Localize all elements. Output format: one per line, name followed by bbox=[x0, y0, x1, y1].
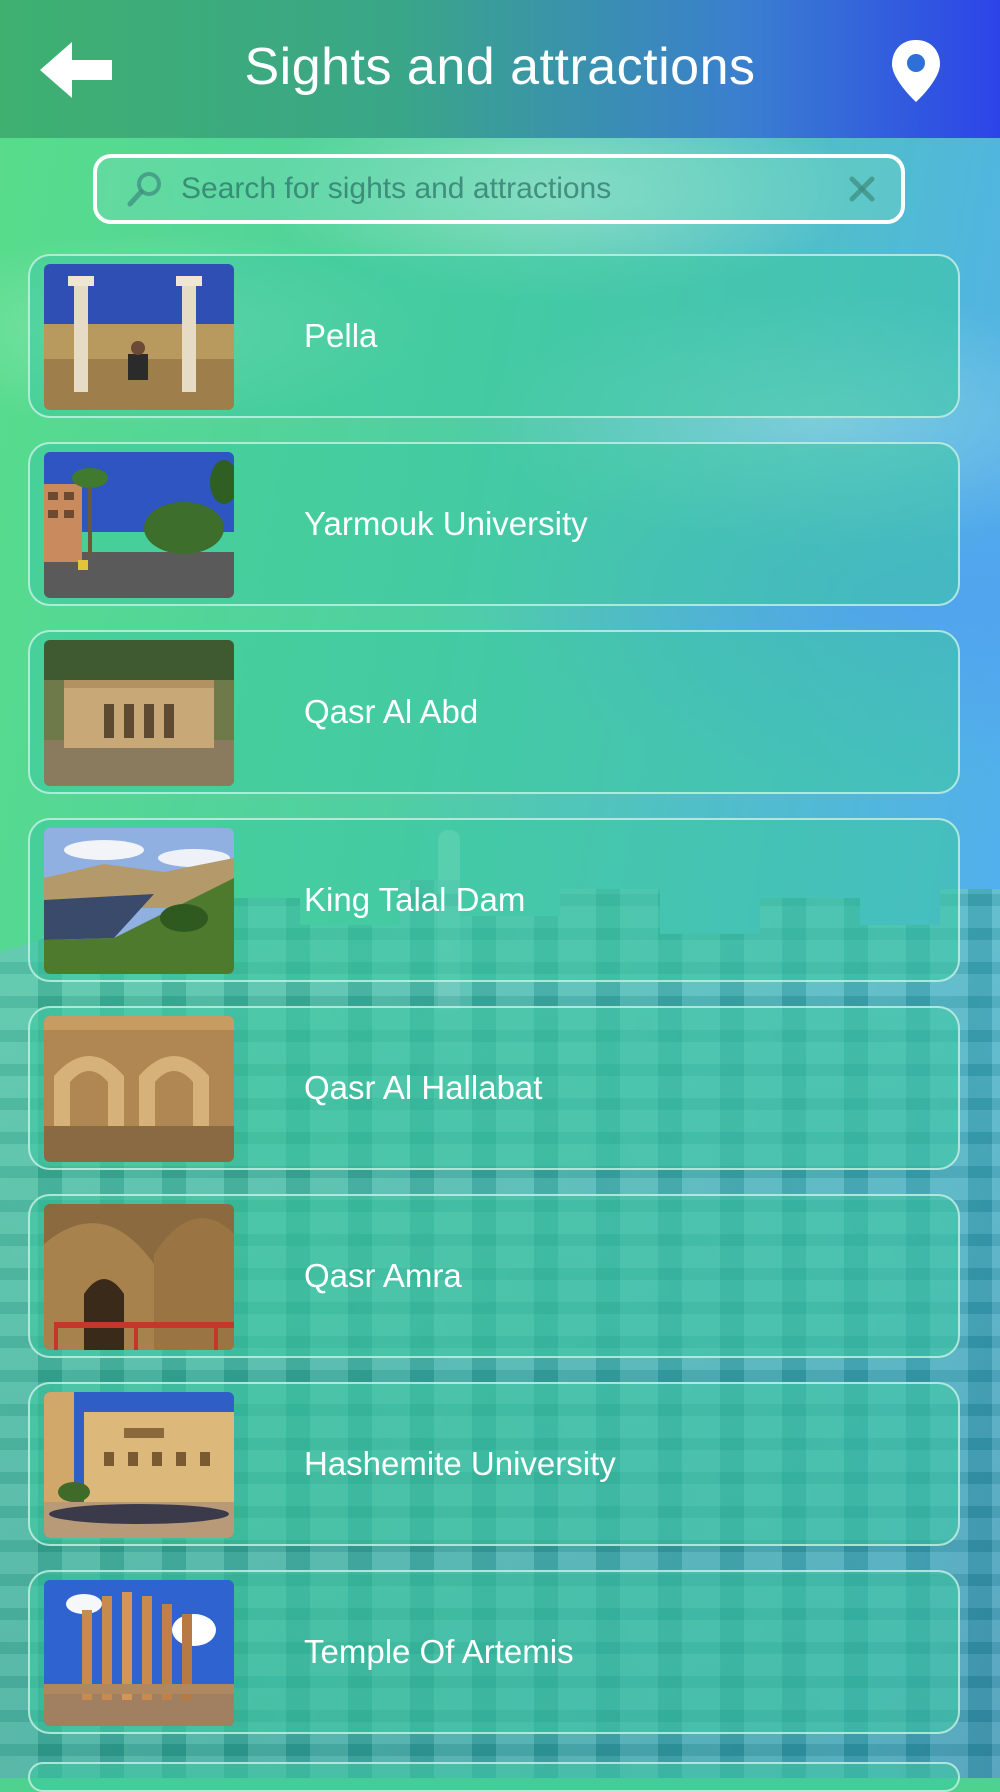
list-item-label: Qasr Al Abd bbox=[304, 693, 479, 730]
list-item-label: Qasr Al Hallabat bbox=[304, 1069, 543, 1106]
thumbnail-image bbox=[44, 828, 234, 974]
list-item-label: Temple Of Artemis bbox=[304, 1633, 574, 1670]
list-item-yarmouk-university[interactable]: Yarmouk University bbox=[28, 442, 960, 606]
thumbnail-image bbox=[44, 452, 234, 598]
thumbnail-image bbox=[44, 640, 234, 786]
thumbnail-image bbox=[44, 264, 234, 410]
arrow-left-icon bbox=[40, 42, 112, 98]
list-item-qasr-al-hallabat[interactable]: Qasr Al Hallabat bbox=[28, 1006, 960, 1170]
thumbnail-image bbox=[44, 1392, 234, 1538]
list-item-king-talal-dam[interactable]: King Talal Dam bbox=[28, 818, 960, 982]
attractions-list: Pella Yarmouk University Qasr Al Abd Kin… bbox=[28, 254, 960, 1758]
list-item-label: Hashemite University bbox=[304, 1445, 616, 1482]
list-item-label: Pella bbox=[304, 317, 378, 354]
thumbnail-image bbox=[44, 1016, 234, 1162]
location-button[interactable] bbox=[886, 38, 946, 104]
list-item-qasr-al-abd[interactable]: Qasr Al Abd bbox=[28, 630, 960, 794]
list-item-hashemite-university[interactable]: Hashemite University bbox=[28, 1382, 960, 1546]
search-bar bbox=[93, 154, 905, 224]
map-pin-icon bbox=[892, 40, 940, 102]
header-bar: Sights and attractions bbox=[0, 0, 1000, 138]
back-button[interactable] bbox=[40, 38, 120, 102]
search-input[interactable] bbox=[179, 160, 847, 218]
list-item-label: Yarmouk University bbox=[304, 505, 588, 542]
thumbnail-image bbox=[44, 1580, 234, 1726]
search-icon bbox=[127, 172, 161, 207]
list-item-qasr-amra[interactable]: Qasr Amra bbox=[28, 1194, 960, 1358]
page-title: Sights and attractions bbox=[244, 38, 756, 96]
list-item-pella[interactable]: Pella bbox=[28, 254, 960, 418]
thumbnail-image bbox=[44, 1204, 234, 1350]
list-item-label: Qasr Amra bbox=[304, 1257, 462, 1294]
clear-icon[interactable] bbox=[847, 174, 877, 204]
list-item-partial[interactable] bbox=[28, 1762, 960, 1792]
list-item-temple-of-artemis[interactable]: Temple Of Artemis bbox=[28, 1570, 960, 1734]
list-item-label: King Talal Dam bbox=[304, 881, 526, 918]
